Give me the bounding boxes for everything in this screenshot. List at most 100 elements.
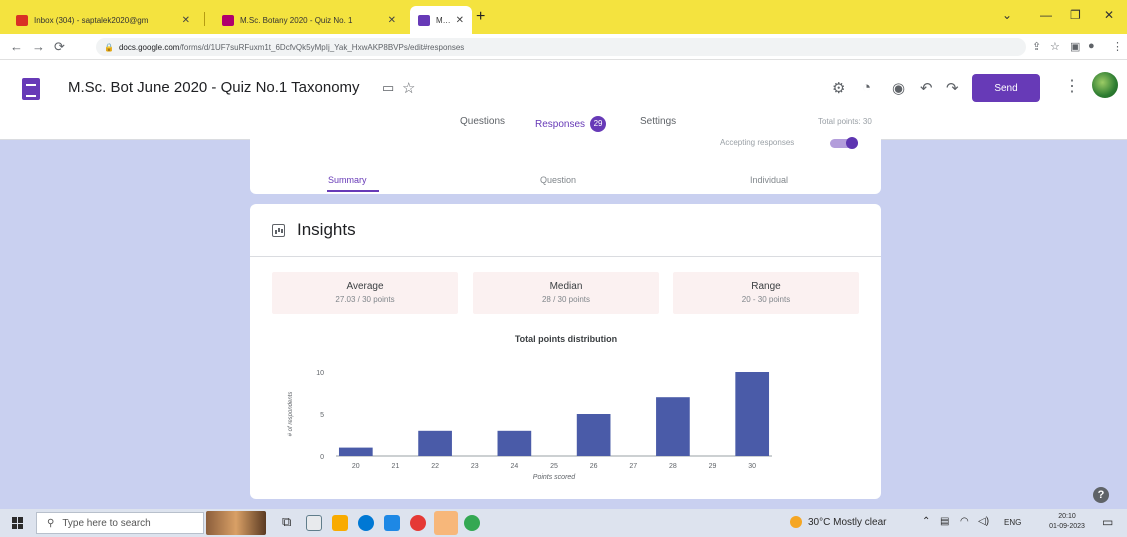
insights-title: Insights bbox=[297, 220, 356, 239]
chrome-app-icon[interactable] bbox=[410, 515, 426, 531]
total-points: Total points: 30 bbox=[818, 117, 872, 126]
tab-settings[interactable]: Settings bbox=[640, 116, 676, 127]
language-indicator[interactable]: ENG bbox=[1004, 518, 1021, 527]
tab-separator bbox=[204, 12, 205, 26]
toggle-knob bbox=[846, 137, 858, 149]
wifi-icon[interactable]: ◠ bbox=[960, 516, 969, 527]
customize-theme-icon[interactable]: ⚙ bbox=[832, 79, 845, 97]
stat-median: Median 28 / 30 points bbox=[473, 272, 659, 314]
redo-icon[interactable]: ↷ bbox=[946, 79, 959, 97]
subtab-summary[interactable]: Summary bbox=[328, 175, 367, 185]
new-tab-icon[interactable]: + bbox=[476, 9, 485, 25]
maximize-icon[interactable]: ❐ bbox=[1070, 8, 1081, 22]
tab-title: M.Sc. Bot June 2020 - Quiz No. 1 bbox=[436, 15, 450, 25]
taskbar-clock[interactable]: 20:10 01-09-2023 bbox=[1046, 512, 1088, 532]
x-tick-label: 27 bbox=[629, 463, 637, 470]
avatar[interactable] bbox=[1092, 72, 1118, 98]
bookmark-star-icon[interactable]: ☆ bbox=[1050, 40, 1060, 53]
stat-label: Median bbox=[549, 281, 583, 292]
url-host: docs.google.com bbox=[118, 42, 180, 52]
chrome-profile-icon[interactable] bbox=[464, 515, 480, 531]
photos-app-icon[interactable] bbox=[434, 511, 458, 535]
bar bbox=[497, 430, 532, 456]
volume-icon[interactable]: ◁) bbox=[978, 516, 989, 527]
tab-responses[interactable]: Responses 29 bbox=[535, 116, 607, 132]
side-panel-icon[interactable]: ▣ bbox=[1070, 40, 1080, 53]
star-icon[interactable]: ☆ bbox=[402, 79, 415, 97]
browser-tab-active-quiz[interactable]: M.Sc. Bot June 2020 - Quiz No. 1 ✕ bbox=[410, 6, 472, 34]
preview-eye-icon[interactable]: ◉ bbox=[892, 79, 905, 97]
notifications-icon[interactable]: ▭ bbox=[1102, 515, 1113, 529]
share-icon[interactable]: ⇪ bbox=[1032, 40, 1041, 53]
browser-tab-botany-quiz[interactable]: M.Sc. Botany 2020 - Quiz No. 1 ✕ bbox=[214, 6, 404, 34]
file-explorer-icon[interactable] bbox=[332, 515, 348, 531]
form-title[interactable]: M.Sc. Bot June 2020 - Quiz No.1 Taxonomy bbox=[68, 79, 360, 96]
minimize-icon[interactable]: — bbox=[1040, 8, 1052, 22]
tab-responses-label: Responses bbox=[535, 118, 586, 130]
close-icon[interactable]: ✕ bbox=[456, 15, 464, 26]
window-close-icon[interactable]: ✕ bbox=[1104, 8, 1114, 22]
browser-tab-gmail[interactable]: Inbox (304) - saptalek2020@gm ✕ bbox=[8, 6, 198, 34]
subtab-question[interactable]: Question bbox=[540, 175, 576, 185]
google-forms-icon[interactable] bbox=[22, 78, 40, 100]
forms-icon bbox=[418, 14, 430, 26]
y-tick-label: 10 bbox=[316, 370, 324, 377]
send-button[interactable]: Send bbox=[972, 74, 1040, 102]
stat-range: Range 20 - 30 points bbox=[673, 272, 859, 314]
x-tick-label: 24 bbox=[510, 463, 518, 470]
close-icon[interactable]: ✕ bbox=[388, 15, 396, 26]
stat-value: 28 / 30 points bbox=[541, 295, 591, 304]
bar bbox=[418, 430, 452, 456]
points-distribution-chart: 0 5 10 20 21 22 23 24 25 26 27 28 29 30 Points scored #… bbox=[288, 370, 772, 481]
weather-widget[interactable]: 30°C Mostly clear bbox=[790, 516, 886, 528]
clock-date: 01-09-2023 bbox=[1049, 523, 1085, 530]
x-tick-label: 30 bbox=[748, 463, 756, 470]
help-icon[interactable]: ? bbox=[1093, 487, 1109, 503]
profile-icon[interactable]: ● bbox=[1088, 40, 1095, 52]
subtab-individual[interactable]: Individual bbox=[750, 175, 788, 185]
insights-divider bbox=[250, 256, 881, 257]
gmail-icon bbox=[16, 14, 28, 26]
x-tick-label: 28 bbox=[669, 463, 677, 470]
windows-taskbar: ⚲ Type here to search ⧉ 30°C Mostly clea… bbox=[0, 509, 1127, 537]
subtab-active-indicator bbox=[327, 190, 379, 192]
folder-icon[interactable]: ▭ bbox=[382, 80, 394, 96]
browser-menu-icon[interactable]: ⋮ bbox=[1112, 40, 1123, 53]
forward-arrow-icon[interactable]: → bbox=[32, 39, 45, 54]
tab-title: M.Sc. Botany 2020 - Quiz No. 1 bbox=[240, 15, 353, 25]
undo-icon[interactable]: ↶ bbox=[920, 79, 933, 97]
task-view-icon[interactable]: ⧉ bbox=[282, 514, 291, 530]
url-input[interactable]: 🔒 docs.google.com/forms/d/1UF7suRFuxm1t_… bbox=[96, 38, 1026, 56]
tab-search-icon[interactable]: ⌄ bbox=[1002, 8, 1012, 22]
accepting-responses-label: Accepting responses bbox=[720, 138, 795, 147]
close-icon[interactable]: ✕ bbox=[182, 15, 190, 26]
taskbar-search-input[interactable]: ⚲ Type here to search bbox=[36, 512, 204, 534]
weather-sun-icon bbox=[790, 516, 802, 528]
tray-chevron-icon[interactable]: ⌃ bbox=[922, 516, 930, 527]
stat-label: Average bbox=[346, 281, 384, 292]
x-tick-label: 26 bbox=[590, 463, 598, 470]
search-icon: ⚲ bbox=[47, 517, 55, 529]
weather-text: 30°C Mostly clear bbox=[808, 516, 887, 528]
x-tick-label: 21 bbox=[392, 463, 400, 470]
store-app-icon[interactable] bbox=[384, 515, 400, 531]
stat-value: 27.03 / 30 points bbox=[335, 295, 395, 304]
mail-app-icon[interactable] bbox=[306, 515, 322, 531]
url-path: /forms/d/1UF7suRFuxm1t_6DcfvQk5yMpIj_Yak… bbox=[179, 42, 465, 52]
more-options-icon[interactable]: ⋮ bbox=[1064, 76, 1080, 96]
accepting-responses-toggle[interactable] bbox=[830, 137, 858, 149]
search-highlight-image[interactable] bbox=[206, 511, 266, 535]
edge-browser-icon[interactable] bbox=[358, 515, 374, 531]
tab-questions[interactable]: Questions bbox=[460, 116, 505, 127]
network-icon[interactable]: ▤ bbox=[940, 516, 949, 527]
back-arrow-icon[interactable]: ← bbox=[10, 39, 23, 54]
y-tick-label: 5 bbox=[320, 412, 324, 419]
x-tick-label: 22 bbox=[431, 463, 439, 470]
windows-start-icon[interactable] bbox=[12, 517, 24, 529]
tab-title: Inbox (304) - saptalek2020@gm bbox=[34, 15, 149, 25]
reload-icon[interactable]: ⟳ bbox=[54, 39, 65, 55]
stat-label: Range bbox=[751, 281, 781, 292]
palette-icon[interactable]: ◔ bbox=[862, 79, 871, 96]
bar bbox=[576, 414, 611, 456]
bar bbox=[656, 397, 690, 456]
